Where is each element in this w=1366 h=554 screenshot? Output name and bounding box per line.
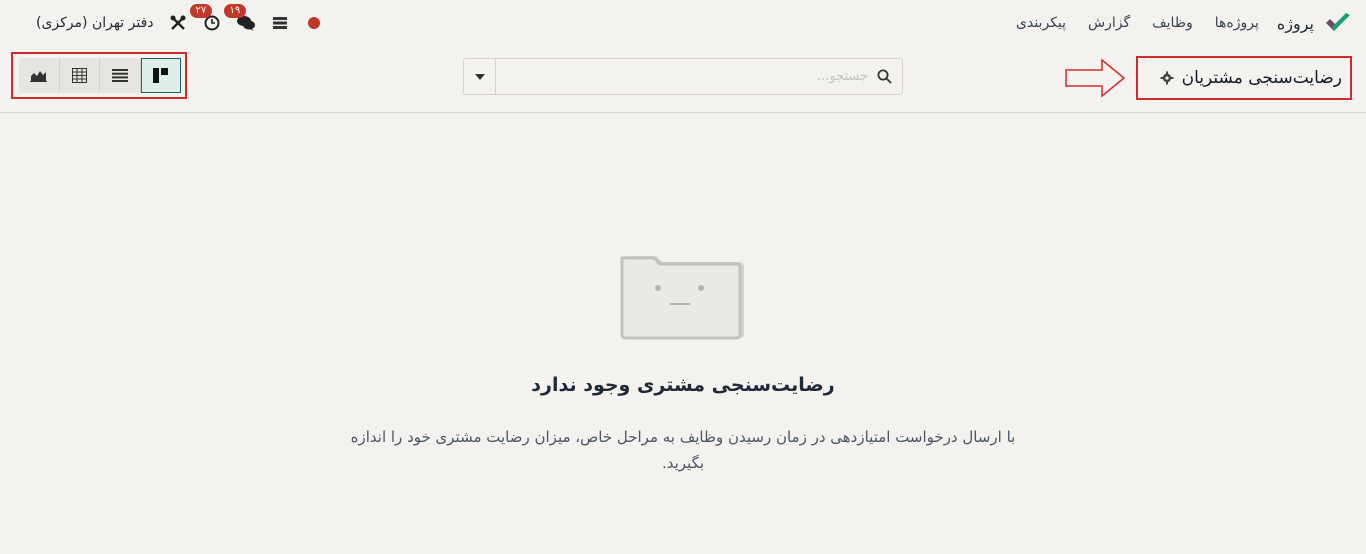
empty-state-title: رضایت‌سنجی مشتری وجود ندارد [531, 374, 835, 396]
navbar-main-menu: پروژه پروژه‌ها وظایف گزارش پیکربندی [994, 0, 1352, 46]
kanban-view-button[interactable] [140, 58, 182, 93]
activity-clock-icon[interactable]: ۲۷ [189, 4, 222, 33]
view-switcher [11, 52, 187, 99]
top-navbar: پروژه پروژه‌ها وظایف گزارش پیکربندی دفتر… [0, 0, 1366, 46]
search-bar [463, 58, 903, 95]
navbar-systray: دفتر تهران (مرکزی) ۲۷ ۱۹ [36, 0, 338, 46]
empty-folder-icon [620, 256, 744, 340]
app-logo-icon[interactable] [1324, 11, 1352, 35]
control-panel: رضایت‌سنجی مشتریان [0, 46, 1366, 112]
messages-badge: ۱۹ [223, 4, 247, 18]
annotation-arrow-icon [1065, 58, 1126, 98]
caret-down-icon [474, 73, 485, 80]
gear-icon[interactable] [1160, 71, 1174, 85]
page-title: رضایت‌سنجی مشتریان [1181, 68, 1342, 88]
menu-item-projects[interactable]: پروژه‌ها [1215, 15, 1259, 31]
search-options-toggle[interactable] [464, 59, 496, 94]
list-icon [111, 69, 128, 82]
area-chart-icon [30, 71, 48, 82]
company-switcher[interactable]: دفتر تهران (مرکزی) [36, 15, 154, 31]
menu-item-configuration[interactable]: پیکربندی [1016, 15, 1066, 31]
chat-icon[interactable]: ۱۹ [223, 4, 256, 33]
tools-icon[interactable] [168, 13, 188, 33]
breadcrumb-title-box: رضایت‌سنجی مشتریان [1136, 56, 1352, 100]
search-icon [877, 69, 892, 88]
list-view-button[interactable] [100, 58, 141, 93]
pivot-view-button[interactable] [59, 58, 100, 93]
menu-item-reporting[interactable]: گزارش [1088, 15, 1130, 31]
app-name[interactable]: پروژه [1277, 14, 1314, 33]
empty-state-description: با ارسال درخواست امتیازدهی در زمان رسیدن… [350, 428, 1016, 472]
menu-item-tasks[interactable]: وظایف [1152, 15, 1193, 31]
record-dot-icon[interactable] [304, 13, 324, 33]
graph-view-button[interactable] [19, 58, 60, 93]
control-panel-divider [0, 112, 1366, 113]
activities-badge: ۲۷ [189, 4, 213, 18]
search-input[interactable] [496, 59, 902, 94]
kanban-icon [153, 68, 169, 83]
table-grid-icon [71, 68, 87, 83]
server-icon[interactable] [270, 13, 290, 33]
